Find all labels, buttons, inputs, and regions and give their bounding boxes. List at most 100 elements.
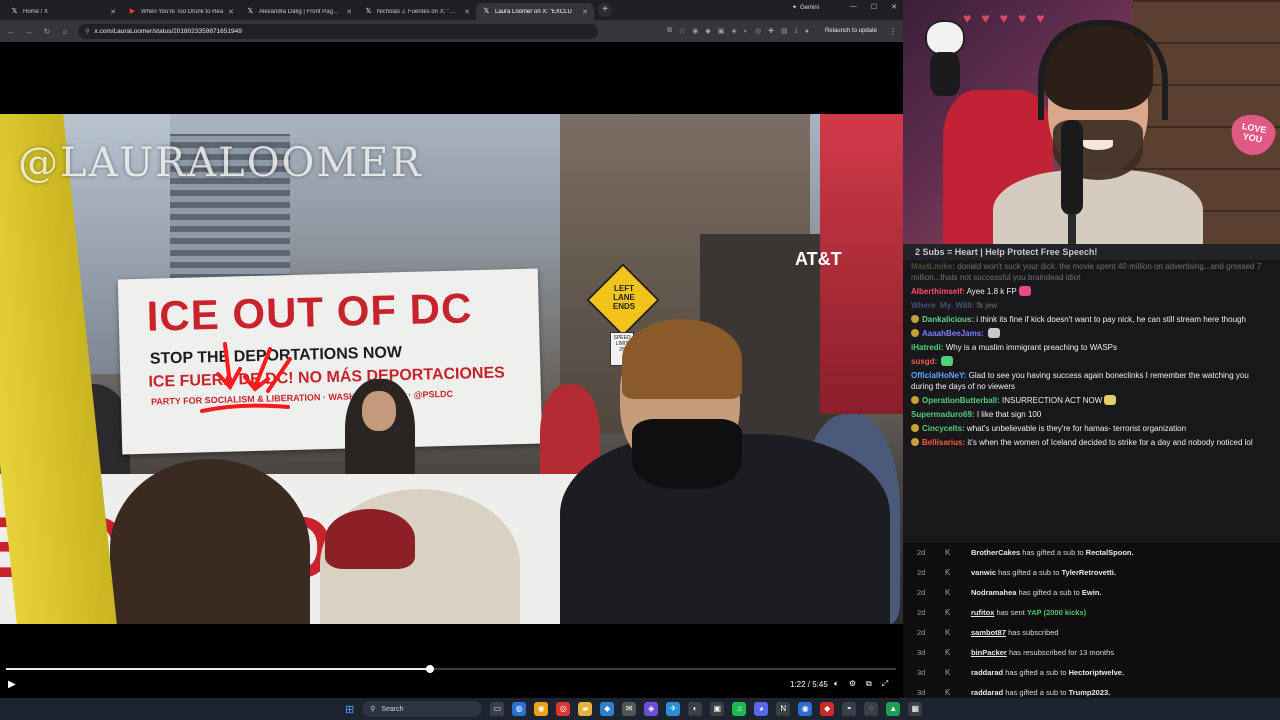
tab-laura-loomer[interactable]: 𝕏 Laura Loomer on X: "EXCLU ✕ <box>476 3 594 20</box>
app-icon[interactable]: ◓ <box>842 702 857 716</box>
relaunch-button[interactable]: Relaunch to update <box>825 28 877 34</box>
address-bar[interactable]: ⚲ x.com/LauraLoomer/status/2018023359871… <box>78 23 598 39</box>
picture-in-picture-icon[interactable]: ⧉ <box>866 679 872 689</box>
chat-message: OfficialHoNeY: Glad to see you having su… <box>903 369 1280 394</box>
chat-username[interactable]: OperationButterball: <box>922 396 1000 405</box>
bookmark-star-icon[interactable]: ☆ <box>679 27 685 35</box>
app-icon[interactable]: ◆ <box>820 702 835 716</box>
close-icon[interactable]: ✕ <box>464 8 470 16</box>
fullscreen-icon[interactable]: ⤢ <box>882 679 888 689</box>
chat-username[interactable]: Cincycelts: <box>922 424 965 433</box>
minimize-icon[interactable]: — <box>850 3 857 11</box>
app-icon[interactable]: ◆ <box>600 702 615 716</box>
progress-bar[interactable] <box>6 665 896 673</box>
back-icon[interactable]: ← <box>6 27 16 36</box>
plush-toy <box>921 20 969 100</box>
play-icon[interactable]: ▶ <box>8 679 16 690</box>
feed-user[interactable]: raddarad <box>971 688 1003 697</box>
chat-username[interactable]: Supermaduro69: <box>911 410 975 419</box>
extension-icon[interactable]: ▣ <box>718 27 725 35</box>
app-icon[interactable]: ◐ <box>688 702 703 716</box>
kick-icon: K <box>945 587 951 597</box>
feed-row: 2d K Nodramahea has gifted a sub to Ewin. <box>903 582 1280 602</box>
gemini-button[interactable]: ✦ Gemini <box>792 4 819 12</box>
app-icon[interactable]: ◉ <box>798 702 813 716</box>
maximize-icon[interactable]: ☐ <box>871 3 877 11</box>
app-icon[interactable]: ✉ <box>622 702 637 716</box>
puzzle-icon[interactable]: ✚ <box>768 27 774 35</box>
app-icon[interactable]: ▲ <box>886 702 901 716</box>
file-explorer-icon[interactable]: ▰ <box>578 702 593 716</box>
extension-icon[interactable]: ◎ <box>755 27 761 35</box>
site-info-icon[interactable]: ⚲ <box>85 28 89 35</box>
settings-icon[interactable]: ⚙ <box>849 679 856 689</box>
close-icon[interactable]: ✕ <box>110 8 116 16</box>
progress-handle[interactable] <box>426 665 434 673</box>
close-window-icon[interactable]: ✕ <box>891 3 897 11</box>
chat-username[interactable]: Dankalicious: <box>922 315 974 324</box>
feed-target: YAP (2000 kicks) <box>1026 607 1087 617</box>
person-back-of-head <box>110 459 310 624</box>
sidebar-icon[interactable]: ▤ <box>781 27 788 35</box>
chat-username[interactable]: Alberthimself: <box>911 287 965 296</box>
extension-icon[interactable]: ◆ <box>705 27 710 35</box>
feed-user[interactable]: BrotherCakes <box>971 548 1020 557</box>
tab-alexandra-datig[interactable]: 𝕏 Alexandra Datig | Front Page In ✕ <box>240 3 358 20</box>
chat-username[interactable]: Where_My_Willi: <box>911 301 975 310</box>
volume-icon[interactable]: 🔈︎ <box>834 679 839 689</box>
feed-user[interactable]: binPacker <box>971 648 1007 657</box>
app-icon[interactable]: ◌ <box>864 702 879 716</box>
more-menu-icon[interactable]: ⋮ <box>889 27 897 36</box>
task-view-icon[interactable]: ▭ <box>490 702 505 716</box>
tab-youtube[interactable]: ▶ When You're Too Drunk to Rea ✕ <box>122 3 240 20</box>
windows-start-icon[interactable]: ⊞ <box>345 703 354 716</box>
app-icon[interactable]: ✈ <box>666 702 681 716</box>
chat-username[interactable]: OfficialHoNeY: <box>911 371 966 380</box>
close-icon[interactable]: ✕ <box>228 8 234 16</box>
protester-with-microphone <box>345 379 415 489</box>
close-icon[interactable]: ✕ <box>346 8 352 16</box>
chat-message: Bellisarius: it's when the women of Icel… <box>903 436 1280 450</box>
chat-username[interactable]: AaaahBeeJams: <box>922 329 984 338</box>
app-icon[interactable]: ◎ <box>556 702 571 716</box>
download-icon[interactable]: ⤓ <box>795 27 798 35</box>
feed-user[interactable]: vanwic <box>971 568 996 577</box>
spotify-icon[interactable]: ♫ <box>732 702 747 716</box>
feed-time: 2d <box>917 627 926 637</box>
home-icon[interactable]: ⌂ <box>60 27 70 36</box>
extension-icon[interactable]: ◐ <box>744 28 748 35</box>
chat-username[interactable]: Bellisarius: <box>922 438 965 447</box>
feed-row: 2d Krufitox has sent YAP (2000 kicks) <box>903 602 1280 622</box>
feed-user[interactable]: sambot87 <box>971 628 1006 637</box>
chat-username[interactable]: MastLmike: <box>911 262 955 271</box>
app-icon[interactable]: ▣ <box>710 702 725 716</box>
app-icon[interactable]: ◈ <box>644 702 659 716</box>
discord-icon[interactable]: ◕ <box>754 702 769 716</box>
feed-user[interactable]: rufitox <box>971 608 994 617</box>
app-icon[interactable]: N <box>776 702 791 716</box>
extension-icon[interactable]: ◉ <box>692 27 698 35</box>
activity-feed: 2d K BrotherCakes has gifted a sub to Rect… <box>903 541 1280 698</box>
reload-icon[interactable]: ↻ <box>42 27 52 36</box>
feed-user[interactable]: Nodramahea <box>971 588 1016 597</box>
profile-avatar-icon[interactable]: ● <box>805 28 809 35</box>
chat-username[interactable]: iHatredi: <box>911 343 943 352</box>
close-icon[interactable]: ✕ <box>582 8 588 16</box>
extension-icon[interactable]: ◈ <box>731 27 736 35</box>
feed-row: 2d K BrotherCakes has gifted a sub to Rect… <box>903 542 1280 562</box>
copilot-icon[interactable]: ◍ <box>512 702 527 716</box>
new-tab-button[interactable]: + <box>598 3 612 17</box>
app-icon[interactable]: ▦ <box>908 702 923 716</box>
install-icon[interactable]: ⧉ <box>667 27 672 35</box>
feed-text: raddarad has gifted a sub to Trump2023. <box>971 688 1110 697</box>
taskbar-search[interactable]: ⚲ Search <box>362 701 483 717</box>
feed-action: has resubscribed for 13 months <box>1008 647 1115 657</box>
tab-home-x[interactable]: 𝕏 Home / X ✕ <box>4 3 122 20</box>
forward-icon[interactable]: → <box>24 27 34 36</box>
chat-message: iHatredi: Why is a muslim immigrant prea… <box>903 341 1280 355</box>
chrome-icon[interactable]: ◉ <box>534 702 549 716</box>
chat-username[interactable]: susgd: <box>911 357 937 366</box>
video-player[interactable]: AT&T LEFT LANE ENDS SPEED LIMIT 25 ICE O… <box>0 114 903 624</box>
tab-nicholas-fuentes[interactable]: 𝕏 Nicholas J. Fuentes on X: "My c ✕ <box>358 3 476 20</box>
feed-user[interactable]: raddarad <box>971 668 1003 677</box>
